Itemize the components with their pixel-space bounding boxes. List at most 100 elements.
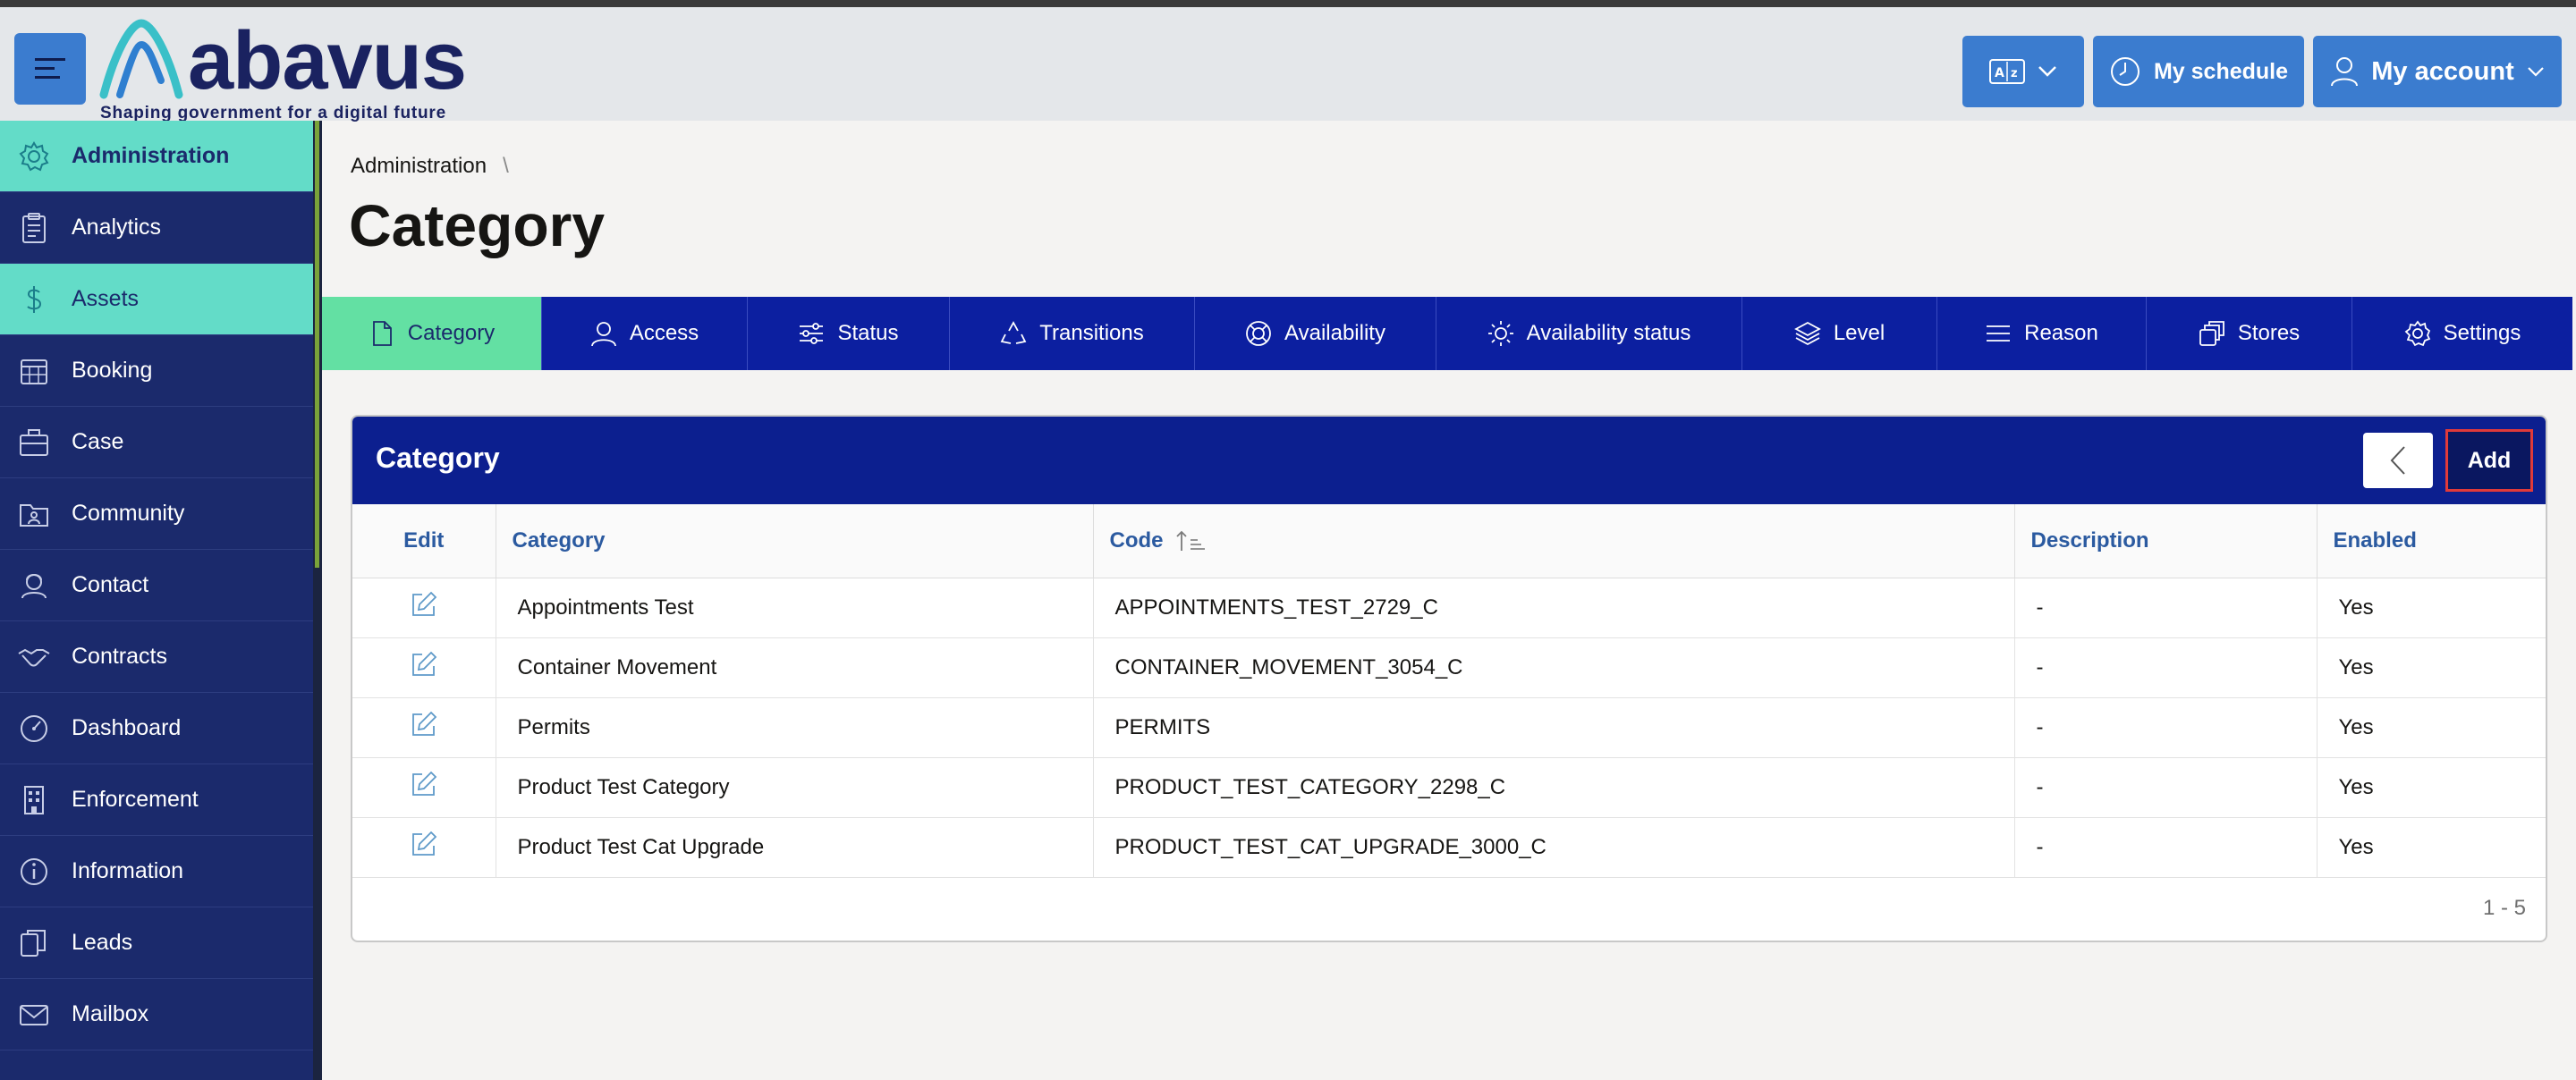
sidebar-item-label: Contact: [72, 572, 149, 597]
sidebar-item-community[interactable]: Community: [0, 478, 313, 550]
breadcrumb: Administration \: [351, 154, 509, 179]
tab-bar: Category Access Status Transitions Avail…: [322, 297, 2572, 370]
sidebar-item-mailbox[interactable]: Mailbox: [0, 979, 313, 1050]
edit-row-button[interactable]: [352, 817, 496, 878]
tab-reason[interactable]: Reason: [1937, 297, 2147, 370]
gear-icon: [2404, 320, 2430, 347]
logo-text: abavus: [188, 15, 467, 106]
cell-enabled: Yes: [2317, 697, 2546, 758]
stores-icon: [2199, 321, 2224, 346]
cell-description: -: [2014, 757, 2318, 818]
sidebar-item-leads[interactable]: Leads: [0, 907, 313, 979]
table-row: Product Test Category PRODUCT_TEST_CATEG…: [352, 757, 2546, 818]
briefcase-icon: [20, 429, 48, 456]
column-header-description[interactable]: Description: [2014, 504, 2318, 578]
tab-availability[interactable]: Availability: [1195, 297, 1436, 370]
tab-access[interactable]: Access: [542, 297, 748, 370]
sidebar-item-assets[interactable]: Assets: [0, 264, 313, 335]
sidebar-item-case[interactable]: Case: [0, 407, 313, 478]
handshake-icon: [18, 648, 50, 667]
back-button[interactable]: [2363, 433, 2433, 488]
lifebuoy-icon: [1246, 321, 1271, 346]
dollar-icon: [27, 286, 42, 313]
edit-icon: [411, 771, 437, 796]
sidebar-item-contact[interactable]: Contact: [0, 550, 313, 621]
column-header-edit: Edit: [352, 504, 496, 578]
edit-row-button[interactable]: [352, 578, 496, 638]
app-header: abavus Shaping government for a digital …: [0, 7, 2576, 122]
tab-category[interactable]: Category: [322, 297, 542, 370]
tab-settings[interactable]: Settings: [2352, 297, 2572, 370]
breadcrumb-separator: \: [503, 154, 509, 178]
my-schedule-button[interactable]: My schedule: [2093, 36, 2304, 107]
sidebar-item-contracts[interactable]: Contracts: [0, 621, 313, 693]
sidebar-item-dashboard[interactable]: Dashboard: [0, 693, 313, 764]
svg-text:z: z: [2011, 67, 2018, 80]
menu-toggle-button[interactable]: [14, 33, 86, 105]
column-header-category[interactable]: Category: [496, 504, 1094, 578]
building-icon: [24, 786, 44, 814]
language-selector-button[interactable]: A z: [1962, 36, 2084, 107]
edit-row-button[interactable]: [352, 697, 496, 758]
tab-label: Level: [1833, 321, 1885, 345]
pagination-info: 1 - 5: [2482, 896, 2526, 920]
sidebar-item-label: Community: [72, 501, 185, 526]
sidebar-item-label: Administration: [72, 143, 230, 168]
tab-status[interactable]: Status: [748, 297, 950, 370]
tab-label: Availability: [1284, 321, 1385, 345]
sidebar-item-administration[interactable]: Administration: [0, 121, 313, 192]
gauge-icon: [21, 715, 47, 742]
copy-icon: [21, 930, 46, 957]
sliders-icon: [800, 323, 824, 344]
cell-description: -: [2014, 817, 2318, 878]
edit-icon: [411, 651, 437, 676]
chevron-down-icon: [2527, 67, 2544, 77]
sidebar-item-analytics[interactable]: Analytics: [0, 192, 313, 264]
sidebar-item-label: Dashboard: [72, 715, 182, 740]
card-header: Category Add: [352, 417, 2546, 504]
edit-row-button[interactable]: [352, 757, 496, 818]
table-header-row: Edit Category Code Description Enabled: [352, 504, 2546, 578]
info-icon: [21, 858, 47, 885]
sidebar-item-booking[interactable]: Booking: [0, 335, 313, 407]
tab-label: Transitions: [1039, 321, 1144, 345]
mail-icon: [20, 1005, 48, 1025]
sidebar-item-label: Analytics: [72, 215, 162, 240]
column-header-code[interactable]: Code: [1093, 504, 2015, 578]
table-row: Product Test Cat Upgrade PRODUCT_TEST_CA…: [352, 817, 2546, 878]
file-icon: [372, 321, 392, 346]
tab-label: Access: [629, 321, 699, 345]
user-icon: [590, 322, 616, 347]
menu-icon: [35, 58, 65, 79]
cell-category: Permits: [496, 697, 1094, 758]
edit-icon: [411, 831, 437, 856]
tab-availability-status[interactable]: Availability status: [1436, 297, 1742, 370]
window-top-strip: [0, 0, 2576, 7]
sidebar-scroll-thumb[interactable]: [315, 121, 319, 568]
tab-level[interactable]: Level: [1742, 297, 1937, 370]
logo-mark-icon: [99, 19, 183, 99]
translate-icon: A z: [1989, 59, 2025, 84]
breadcrumb-administration-link[interactable]: Administration: [351, 154, 487, 179]
tab-label: Category: [407, 321, 496, 345]
folder-user-icon: [20, 504, 48, 527]
edit-icon: [411, 591, 437, 616]
tab-transitions[interactable]: Transitions: [950, 297, 1195, 370]
cell-description: -: [2014, 697, 2318, 758]
category-card: Category Add Edit Category Code Descript…: [351, 415, 2547, 942]
sidebar-item-enforcement[interactable]: Enforcement: [0, 764, 313, 836]
sidebar-item-label: Leads: [72, 930, 133, 955]
sidebar-item-label: Mailbox: [72, 1001, 149, 1026]
column-header-enabled[interactable]: Enabled: [2317, 504, 2546, 578]
add-button[interactable]: Add: [2445, 429, 2533, 492]
sidebar-item-label: Contracts: [72, 644, 167, 669]
sidebar-item-label: Information: [72, 858, 184, 883]
tab-stores[interactable]: Stores: [2147, 297, 2352, 370]
cell-code: PRODUCT_TEST_CAT_UPGRADE_3000_C: [1093, 817, 2015, 878]
edit-row-button[interactable]: [352, 637, 496, 698]
my-account-button[interactable]: My account: [2313, 36, 2562, 107]
abavus-logo[interactable]: abavus Shaping government for a digital …: [97, 14, 472, 122]
sidebar-item-information[interactable]: Information: [0, 836, 313, 907]
sidebar-item-label: Case: [72, 429, 124, 454]
category-table: Edit Category Code Description Enabled A…: [352, 504, 2546, 878]
